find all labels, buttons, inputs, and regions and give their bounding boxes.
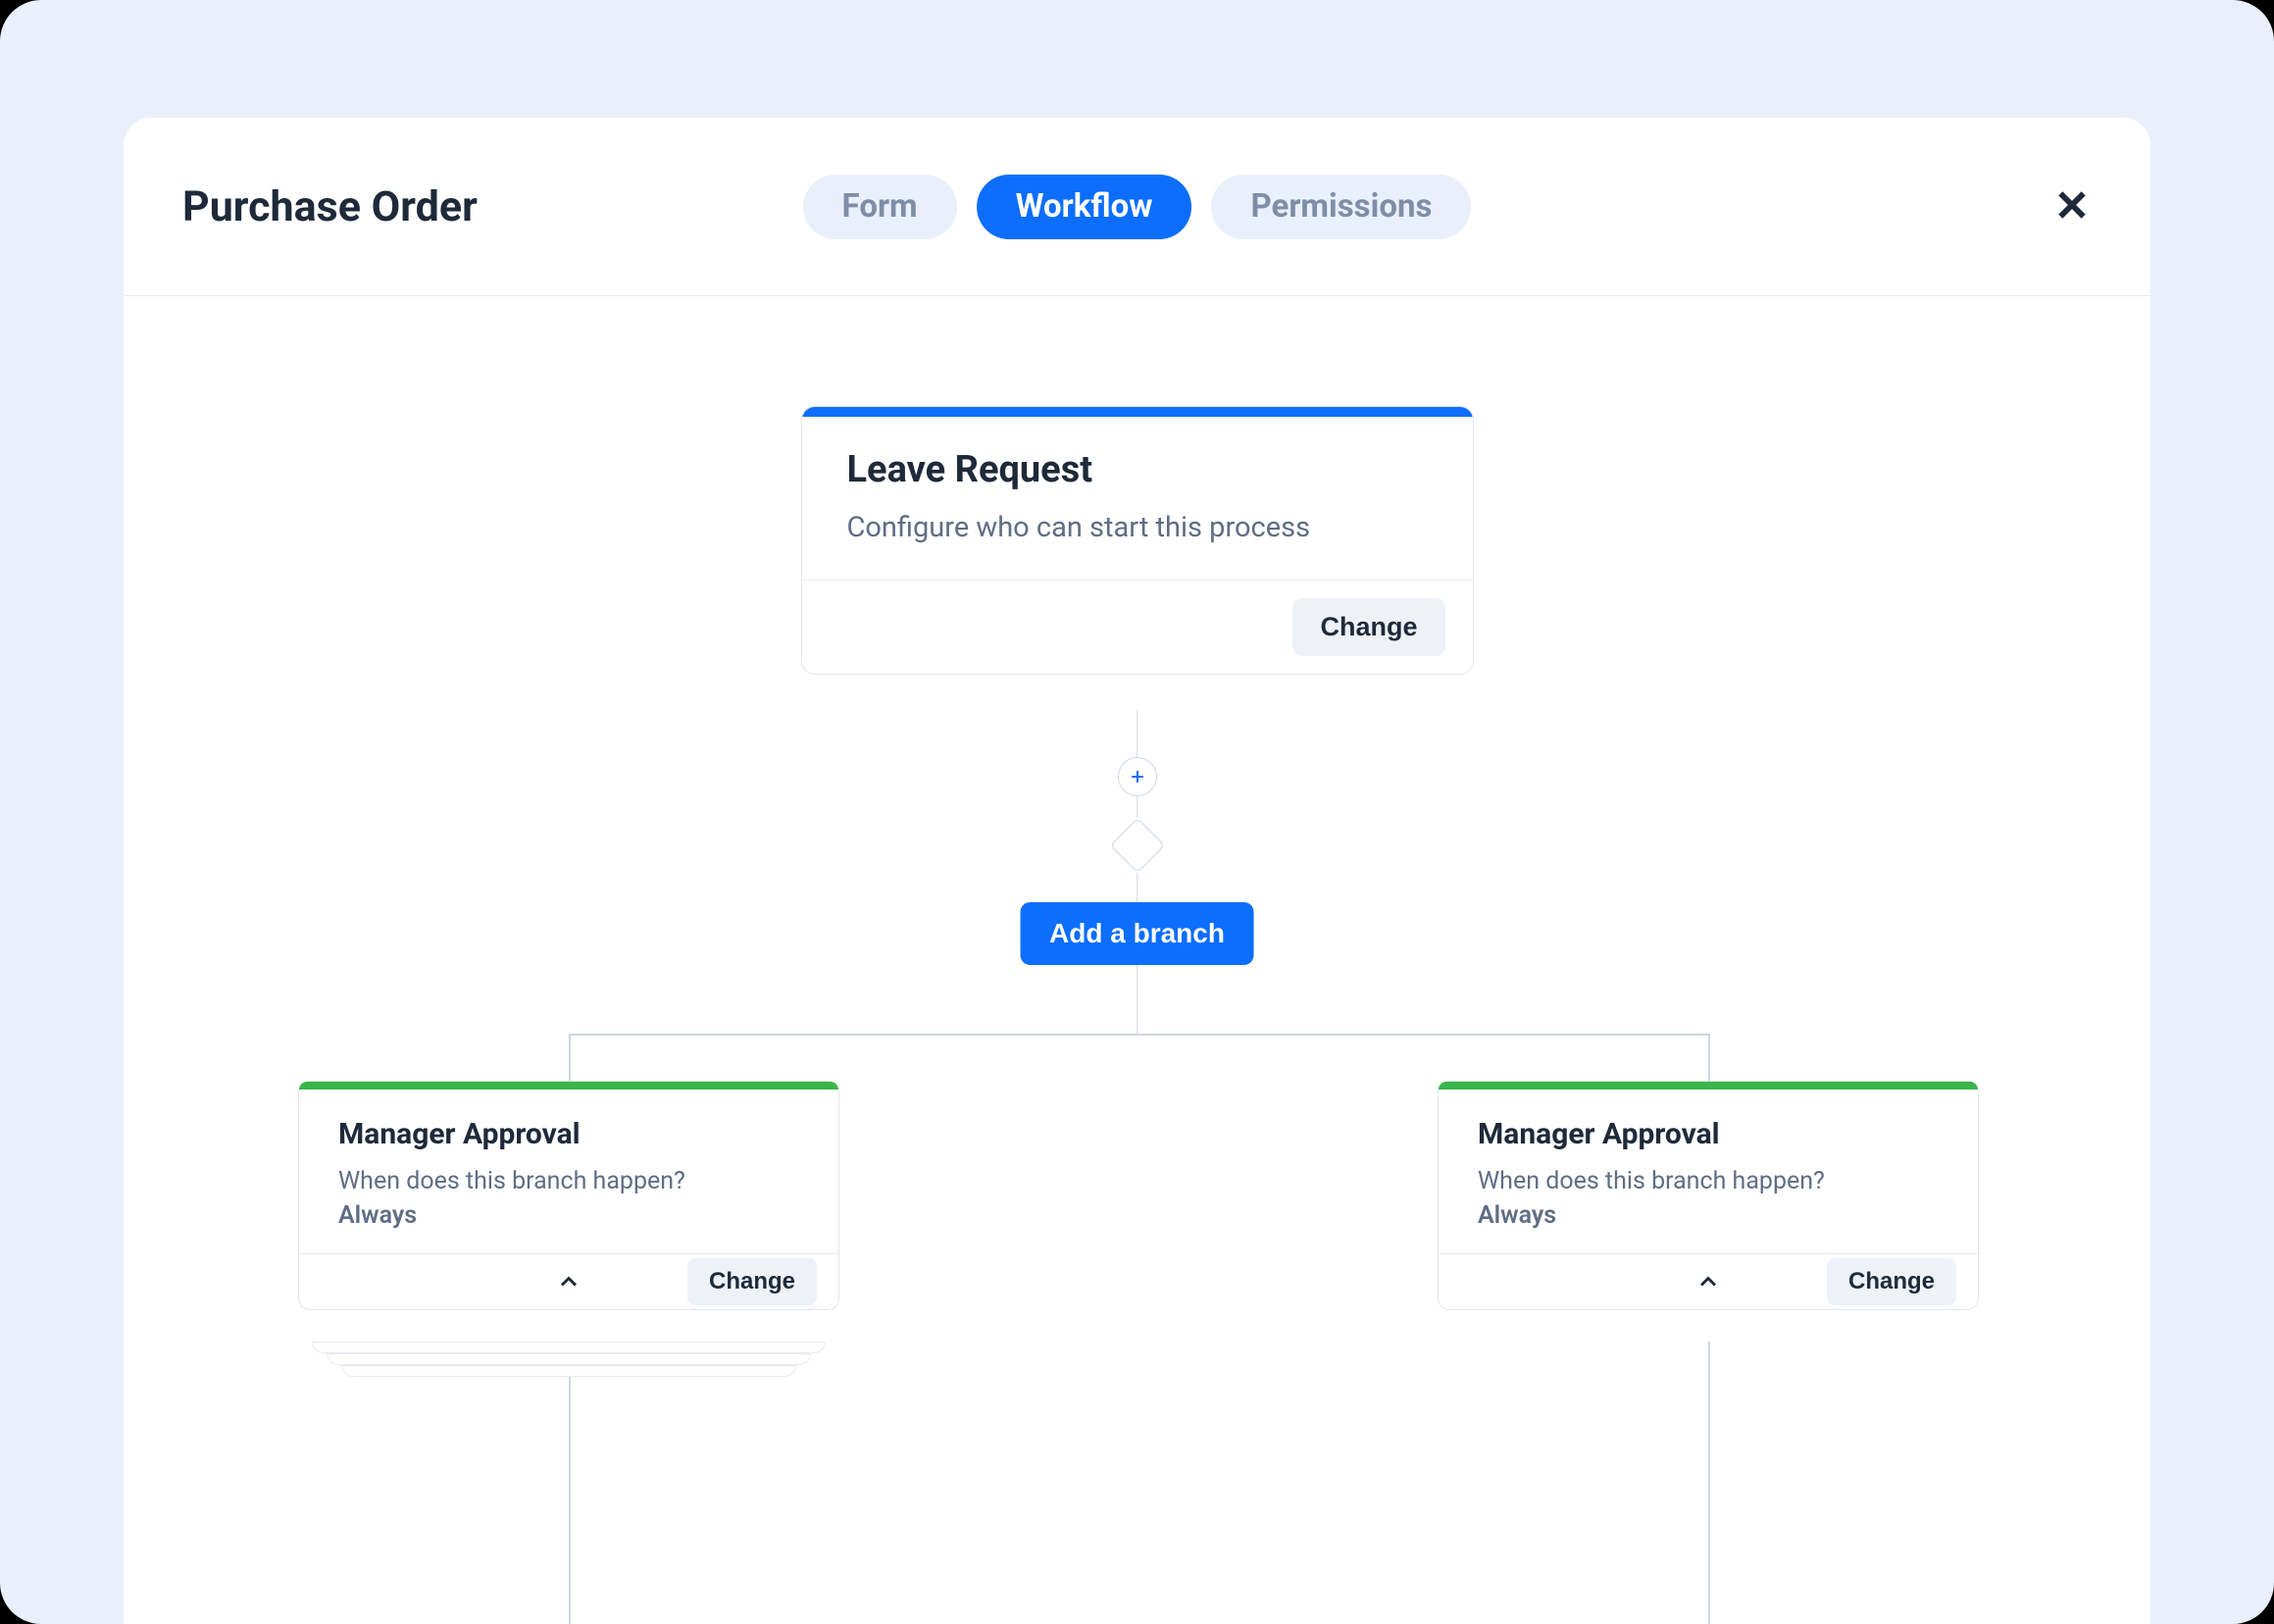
tab-form[interactable]: Form	[803, 175, 957, 239]
branch-title: Manager Approval	[338, 1117, 799, 1151]
connector-line	[1137, 873, 1138, 902]
diamond-icon	[1109, 818, 1165, 874]
card-stack-shadow	[327, 1353, 811, 1365]
connector-line	[569, 1034, 571, 1083]
close-icon	[2052, 185, 2092, 225]
start-card-subtitle: Configure who can start this process	[847, 511, 1428, 544]
branch-answer: Always	[1478, 1201, 1939, 1230]
start-card-body: Leave Request Configure who can start th…	[802, 417, 1473, 580]
branch-change-button[interactable]: Change	[1827, 1258, 1956, 1305]
connector-line	[1137, 796, 1138, 818]
page-title: Purchase Order	[182, 182, 478, 231]
connector-line	[1708, 1034, 1710, 1083]
card-stack-shadow	[312, 1342, 826, 1353]
branch-actions: Change	[299, 1253, 838, 1309]
collapse-button[interactable]	[555, 1268, 582, 1295]
branch-card[interactable]: Manager Approval When does this branch h…	[1438, 1081, 1979, 1310]
decision-node[interactable]	[1110, 818, 1165, 873]
branch-question: When does this branch happen?	[338, 1167, 799, 1195]
close-button[interactable]	[2052, 185, 2092, 228]
branch-actions: Change	[1439, 1253, 1978, 1309]
branch-h-connector	[569, 1034, 1708, 1036]
branch-accent	[1439, 1082, 1978, 1090]
card-stack-shadow	[341, 1365, 796, 1377]
start-card-actions: Change	[802, 580, 1473, 674]
start-change-button[interactable]: Change	[1292, 598, 1444, 656]
branch-answer: Always	[338, 1201, 799, 1230]
add-step-button[interactable]	[1118, 757, 1157, 796]
plus-icon	[1128, 767, 1147, 787]
connector-line	[569, 1377, 571, 1624]
start-card-accent	[802, 407, 1473, 417]
connector-line	[1137, 710, 1138, 757]
connector-line	[1708, 1342, 1710, 1624]
tab-permissions[interactable]: Permissions	[1211, 175, 1471, 239]
branch-body: Manager Approval When does this branch h…	[299, 1090, 838, 1253]
tab-workflow[interactable]: Workflow	[977, 175, 1192, 239]
branch-change-button[interactable]: Change	[687, 1258, 817, 1305]
branch-title: Manager Approval	[1478, 1117, 1939, 1151]
app-background: Purchase Order Form Workflow Permissions…	[0, 0, 2274, 1624]
branch-card[interactable]: Manager Approval When does this branch h…	[298, 1081, 839, 1310]
branch-question: When does this branch happen?	[1478, 1167, 1939, 1195]
connector-line	[1137, 965, 1138, 1034]
main-panel: Purchase Order Form Workflow Permissions…	[124, 118, 2150, 1624]
chevron-up-icon	[555, 1268, 582, 1295]
start-card-title: Leave Request	[847, 448, 1428, 491]
branch-body: Manager Approval When does this branch h…	[1439, 1090, 1978, 1253]
add-branch-button[interactable]: Add a branch	[1020, 902, 1254, 965]
tabs: Form Workflow Permissions	[803, 175, 1472, 239]
chevron-up-icon	[1694, 1268, 1722, 1295]
workflow-canvas: Leave Request Configure who can start th…	[124, 296, 2150, 1624]
start-node-card[interactable]: Leave Request Configure who can start th…	[801, 406, 1474, 675]
collapse-button[interactable]	[1694, 1268, 1722, 1295]
header: Purchase Order Form Workflow Permissions	[124, 118, 2150, 296]
branch-accent	[299, 1082, 838, 1090]
